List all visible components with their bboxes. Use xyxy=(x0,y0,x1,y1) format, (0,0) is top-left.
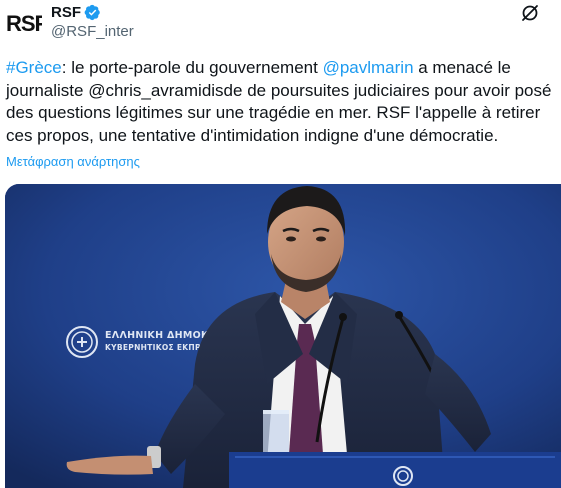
tweet-text: #Grèce: le porte-parole du gouvernement … xyxy=(6,57,554,147)
tweet-photo[interactable]: ΕΛΛΗΝΙΚΗ ΔΗΜΟΚΡΑΤΙΑ ΚΥΒΕΡΝΗΤΙΚΟΣ ΕΚΠΡΟΣΩ… xyxy=(5,184,561,488)
translate-post-link[interactable]: Μετάφραση ανάρτησης xyxy=(6,153,140,171)
tweet-header: RSF RSF @RSF_inter xyxy=(0,0,561,48)
press-briefing-photo: ΕΛΛΗΝΙΚΗ ΔΗΜΟΚΡΑΤΙΑ ΚΥΒΕΡΝΗΤΙΚΟΣ ΕΚΠΡΟΣΩ… xyxy=(5,184,561,488)
display-name[interactable]: RSF xyxy=(51,3,81,22)
author-name-row: RSF xyxy=(51,3,101,22)
mention-link[interactable]: @pavlmarin xyxy=(323,58,414,77)
rsf-logo: RSF xyxy=(6,11,42,36)
hashtag-link[interactable]: #Grèce xyxy=(6,58,62,77)
verified-badge-icon xyxy=(84,4,100,21)
avatar[interactable]: RSF xyxy=(6,9,42,37)
svg-text:RSF: RSF xyxy=(6,11,42,36)
backdrop-emblem xyxy=(66,326,98,358)
grok-slash-icon[interactable] xyxy=(519,2,541,24)
tweet-text-segment: : le porte-parole du gouvernement xyxy=(61,58,323,77)
author-handle[interactable]: @RSF_inter xyxy=(51,22,134,41)
